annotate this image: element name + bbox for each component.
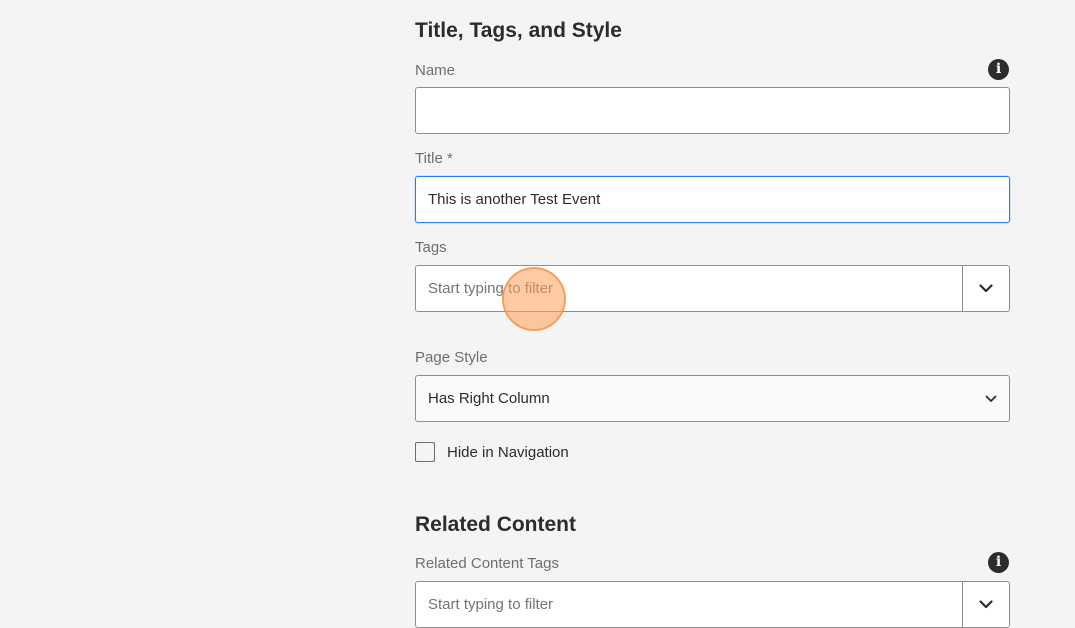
name-input[interactable] <box>415 87 1010 134</box>
related-content-tags-label: Related Content Tags <box>415 555 559 572</box>
chevron-down-icon <box>979 284 993 293</box>
tags-dropdown-button[interactable] <box>962 266 1009 311</box>
chevron-down-icon <box>985 395 997 402</box>
page-style-value: Has Right Column <box>428 390 550 407</box>
name-label: Name <box>415 62 456 79</box>
tags-input[interactable] <box>416 266 962 311</box>
section-title: Title, Tags, and Style <box>415 19 622 42</box>
tags-combobox <box>415 265 1010 312</box>
related-tags-input[interactable] <box>416 582 962 627</box>
info-icon[interactable]: i <box>988 552 1009 573</box>
tags-label: Tags <box>415 239 447 256</box>
related-tags-combobox <box>415 581 1010 628</box>
title-label: Title * <box>415 150 453 167</box>
info-icon[interactable]: i <box>988 59 1009 80</box>
page-style-select[interactable]: Has Right Column <box>415 375 1010 422</box>
related-content-title: Related Content <box>415 513 577 536</box>
hide-in-navigation-row: Hide in Navigation <box>415 442 569 462</box>
related-tags-dropdown-button[interactable] <box>962 582 1009 627</box>
chevron-down-icon <box>979 600 993 609</box>
page-style-label: Page Style <box>415 349 488 366</box>
hide-in-navigation-checkbox[interactable] <box>415 442 435 462</box>
hide-in-navigation-label[interactable]: Hide in Navigation <box>447 444 569 461</box>
title-input[interactable] <box>415 176 1010 223</box>
